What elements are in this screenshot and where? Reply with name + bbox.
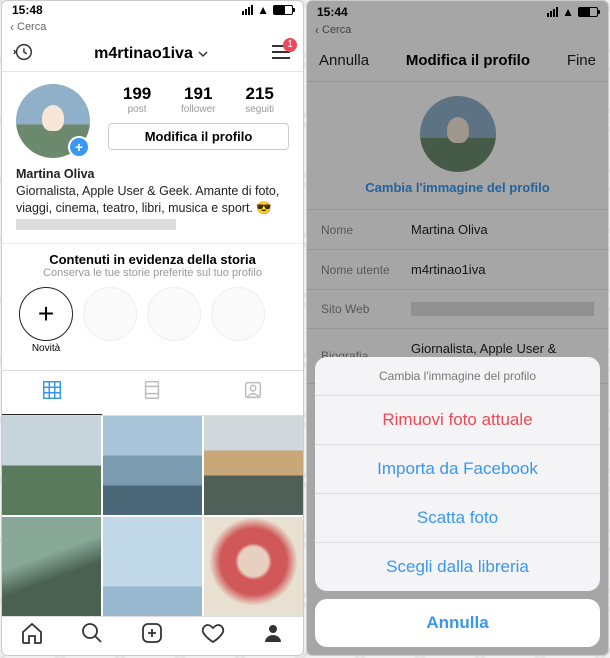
nav-profile[interactable] (261, 621, 285, 650)
back-label: Cerca (17, 21, 46, 33)
sheet-import-facebook[interactable]: Importa da Facebook (315, 445, 600, 494)
header-username: m4rtinao1iva (94, 45, 193, 63)
photo-thumbnail[interactable] (103, 517, 202, 616)
edit-profile-screen: 15:44 ▲ ‹ Cerca Annulla Modifica il prof… (306, 0, 609, 656)
sheet-take-photo[interactable]: Scatta foto (315, 494, 600, 543)
nav-add[interactable] (140, 621, 164, 650)
sheet-cancel[interactable]: Annulla (315, 599, 600, 647)
signal-icon (242, 5, 253, 15)
photo-thumbnail[interactable] (204, 517, 303, 616)
stat-posts[interactable]: 199 post (123, 84, 151, 115)
edit-profile-button[interactable]: Modifica il profilo (108, 123, 289, 150)
tab-feed[interactable] (102, 371, 202, 415)
stat-following[interactable]: 215 seguiti (245, 84, 274, 115)
bio-text: Giornalista, Apple User & Geek. Amante d… (16, 184, 279, 215)
highlights-subtitle: Conserva le tue storie preferite sul tuo… (16, 267, 289, 279)
tab-grid[interactable] (2, 371, 102, 415)
notification-badge: 1 (283, 38, 297, 52)
add-story-icon[interactable]: + (68, 136, 90, 158)
action-sheet: Cambia l'immagine del profilo Rimuovi fo… (315, 357, 600, 647)
nav-activity[interactable] (201, 621, 225, 650)
chevron-down-icon (197, 48, 209, 60)
status-time: 15:48 (12, 3, 43, 17)
photo-thumbnail[interactable] (204, 416, 303, 515)
sheet-choose-library[interactable]: Scegli dalla libreria (315, 543, 600, 591)
sheet-remove-photo[interactable]: Rimuovi foto attuale (315, 396, 600, 445)
photo-thumbnail[interactable] (103, 416, 202, 515)
profile-screen: 15:48 ▲ ‹ Cerca m4rtinao1iva 1 (1, 0, 304, 656)
chevron-left-icon: ‹ (10, 20, 14, 34)
highlight-placeholder (83, 287, 137, 341)
bio-name: Martina Oliva (16, 166, 289, 183)
menu-button[interactable]: 1 (269, 42, 293, 67)
archive-icon[interactable] (12, 41, 34, 68)
highlights-title: Contenuti in evidenza della storia (16, 252, 289, 267)
highlight-placeholder (211, 287, 265, 341)
photo-grid (2, 416, 303, 616)
profile-avatar[interactable]: + (16, 84, 90, 158)
photo-thumbnail[interactable] (2, 416, 101, 515)
sheet-title: Cambia l'immagine del profilo (315, 357, 600, 396)
username-dropdown[interactable]: m4rtinao1iva (94, 45, 209, 63)
add-highlight-label: Novità (19, 343, 73, 354)
status-bar: 15:48 ▲ (2, 1, 303, 20)
wifi-icon: ▲ (257, 3, 269, 17)
highlight-placeholder (147, 287, 201, 341)
bio-redacted (16, 219, 176, 230)
tab-tagged[interactable] (203, 371, 303, 415)
add-highlight-button[interactable]: + (19, 287, 73, 341)
photo-thumbnail[interactable] (2, 517, 101, 616)
stat-followers[interactable]: 191 follower (181, 84, 215, 115)
nav-search[interactable] (80, 621, 104, 650)
nav-home[interactable] (20, 621, 44, 650)
back-to-search[interactable]: ‹ Cerca (2, 20, 303, 37)
battery-icon (273, 5, 293, 15)
